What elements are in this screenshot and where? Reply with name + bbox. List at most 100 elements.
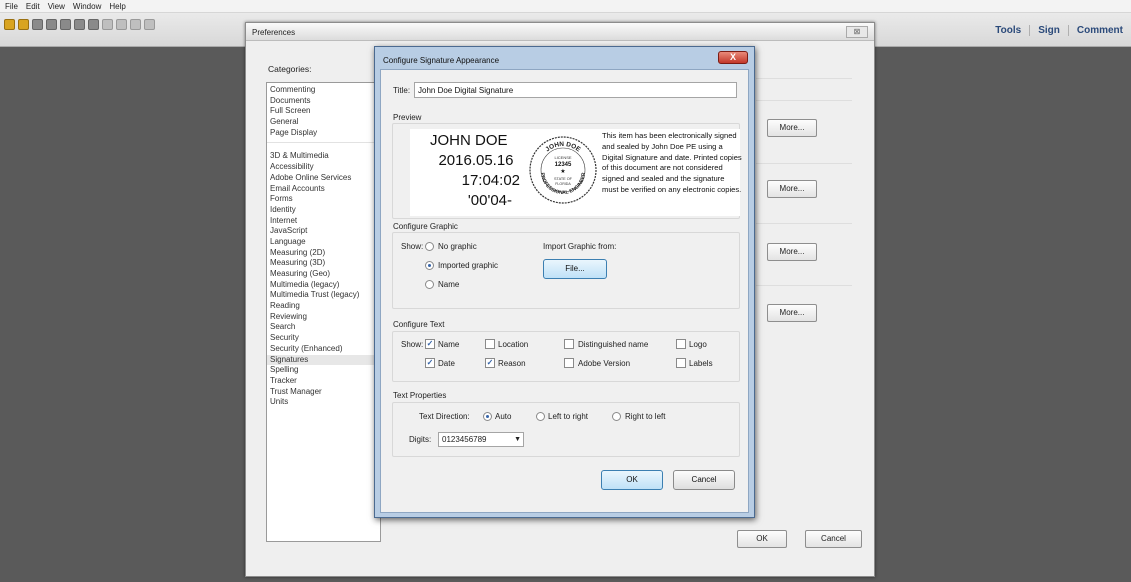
category-item[interactable]: Page Display [267,128,380,139]
preview-time: 17:04:02 [461,172,520,189]
adobe-version-checkbox[interactable] [564,358,574,368]
category-item[interactable]: Tracker [267,376,380,387]
seal-number: 12345 [555,162,572,168]
panel-divider [756,78,852,79]
category-item[interactable]: Signatures [267,354,380,366]
title-label: Title: [393,86,411,95]
preview-name: JOHN DOE [430,132,508,149]
digits-select[interactable]: 0123456789 ▼ [438,432,524,447]
distinguished-name-checkbox[interactable] [564,339,574,349]
preferences-ok-button[interactable]: OK [737,530,787,548]
ok-button[interactable]: OK [601,470,663,490]
menu-window[interactable]: Window [73,2,101,11]
preview-label: Preview [393,113,422,122]
category-item[interactable]: Reading [267,301,380,312]
direction-ltr-label: Left to right [548,412,589,421]
categories-list[interactable]: Commenting Documents Full Screen General Pag… [266,82,381,542]
share-icon[interactable] [46,19,57,30]
category-item[interactable]: Email Accounts [267,184,380,195]
file-button[interactable]: File... [543,259,607,279]
no-graphic-radio[interactable] [425,242,434,251]
categories-label: Categories: [268,64,312,74]
category-item[interactable]: Multimedia Trust (legacy) [267,290,380,301]
date-checkbox[interactable]: ✓ [425,358,435,368]
email-icon[interactable] [88,19,99,30]
category-item[interactable]: Security [267,333,380,344]
page-number-field[interactable] [130,19,141,30]
category-item[interactable]: Multimedia (legacy) [267,280,380,291]
digits-value: 0123456789 [442,435,487,444]
menu-edit[interactable]: Edit [26,2,40,11]
comment-button[interactable]: Comment [1067,24,1131,36]
category-item[interactable]: 3D & Multimedia [267,151,380,162]
category-item[interactable]: Accessibility [267,162,380,173]
preferences-title: Preferences [252,28,296,37]
category-item[interactable]: Internet [267,216,380,227]
close-icon[interactable]: ⊠ [846,26,868,38]
direction-auto-radio[interactable] [483,412,492,421]
next-page-icon[interactable] [116,19,127,30]
category-item[interactable]: Measuring (Geo) [267,269,380,280]
direction-ltr-radio[interactable] [536,412,545,421]
previous-page-icon[interactable] [102,19,113,30]
edit-icon[interactable] [32,19,43,30]
category-item[interactable]: Search [267,322,380,333]
labels-checkbox[interactable] [676,358,686,368]
text-show-label: Show: [401,340,424,349]
print-icon[interactable] [74,19,85,30]
category-item[interactable]: Commenting [267,85,380,96]
open-icon[interactable] [18,19,29,30]
seal-star: ★ [560,168,565,175]
category-item[interactable]: JavaScript [267,226,380,237]
dialog-titlebar: Configure Signature Appearance X [375,47,754,69]
name-checkbox[interactable]: ✓ [425,339,435,349]
more-button[interactable]: More... [767,180,817,198]
menu-help[interactable]: Help [109,2,125,11]
preferences-cancel-button[interactable]: Cancel [805,530,862,548]
import-graphic-label: Import Graphic from: [543,242,617,251]
title-input[interactable] [414,82,737,98]
category-item[interactable]: Spelling [267,365,380,376]
logo-checkbox[interactable] [676,339,686,349]
toolbar-panels: Tools Sign Comment [987,13,1131,47]
location-checkbox[interactable] [485,339,495,349]
signature-preview: JOHN DOE 2016.05.16 17:04:02 '00'04- JOH… [410,129,742,216]
category-item[interactable]: Adobe Online Services [267,173,380,184]
preferences-titlebar: Preferences ⊠ [246,23,874,41]
category-item[interactable]: Units [267,397,380,408]
menu-file[interactable]: File [5,2,18,11]
menu-view[interactable]: View [48,2,65,11]
category-item[interactable]: Forms [267,194,380,205]
create-icon[interactable] [4,19,15,30]
category-item[interactable]: Security (Enhanced) [267,344,380,355]
name-graphic-radio[interactable] [425,280,434,289]
category-item[interactable]: Documents [267,96,380,107]
preview-signature-text: This item has been electronically signed… [602,131,742,194]
more-button[interactable]: More... [767,119,817,137]
sign-button[interactable]: Sign [1029,24,1068,36]
category-item[interactable]: Identity [267,205,380,216]
more-button[interactable]: More... [767,304,817,322]
imported-graphic-label: Imported graphic [438,261,499,270]
close-icon[interactable]: X [718,51,748,64]
zoom-out-icon[interactable] [144,19,155,30]
category-item[interactable]: Full Screen [267,106,380,117]
configure-graphic-label: Configure Graphic [393,222,458,231]
category-item[interactable]: Measuring (3D) [267,258,380,269]
panel-divider [756,100,852,101]
category-item[interactable]: Trust Manager [267,387,380,398]
toolbar-icons [4,19,155,30]
text-properties-group [392,402,740,457]
category-item[interactable]: Language [267,237,380,248]
more-button[interactable]: More... [767,243,817,261]
direction-rtl-radio[interactable] [612,412,621,421]
tools-button[interactable]: Tools [987,25,1029,36]
category-item[interactable]: Reviewing [267,312,380,323]
seal-state-name: FLORIDA [555,182,571,186]
imported-graphic-radio[interactable] [425,261,434,270]
category-item[interactable]: Measuring (2D) [267,248,380,259]
reason-checkbox[interactable]: ✓ [485,358,495,368]
cancel-button[interactable]: Cancel [673,470,735,490]
category-item[interactable]: General [267,117,380,128]
save-icon[interactable] [60,19,71,30]
